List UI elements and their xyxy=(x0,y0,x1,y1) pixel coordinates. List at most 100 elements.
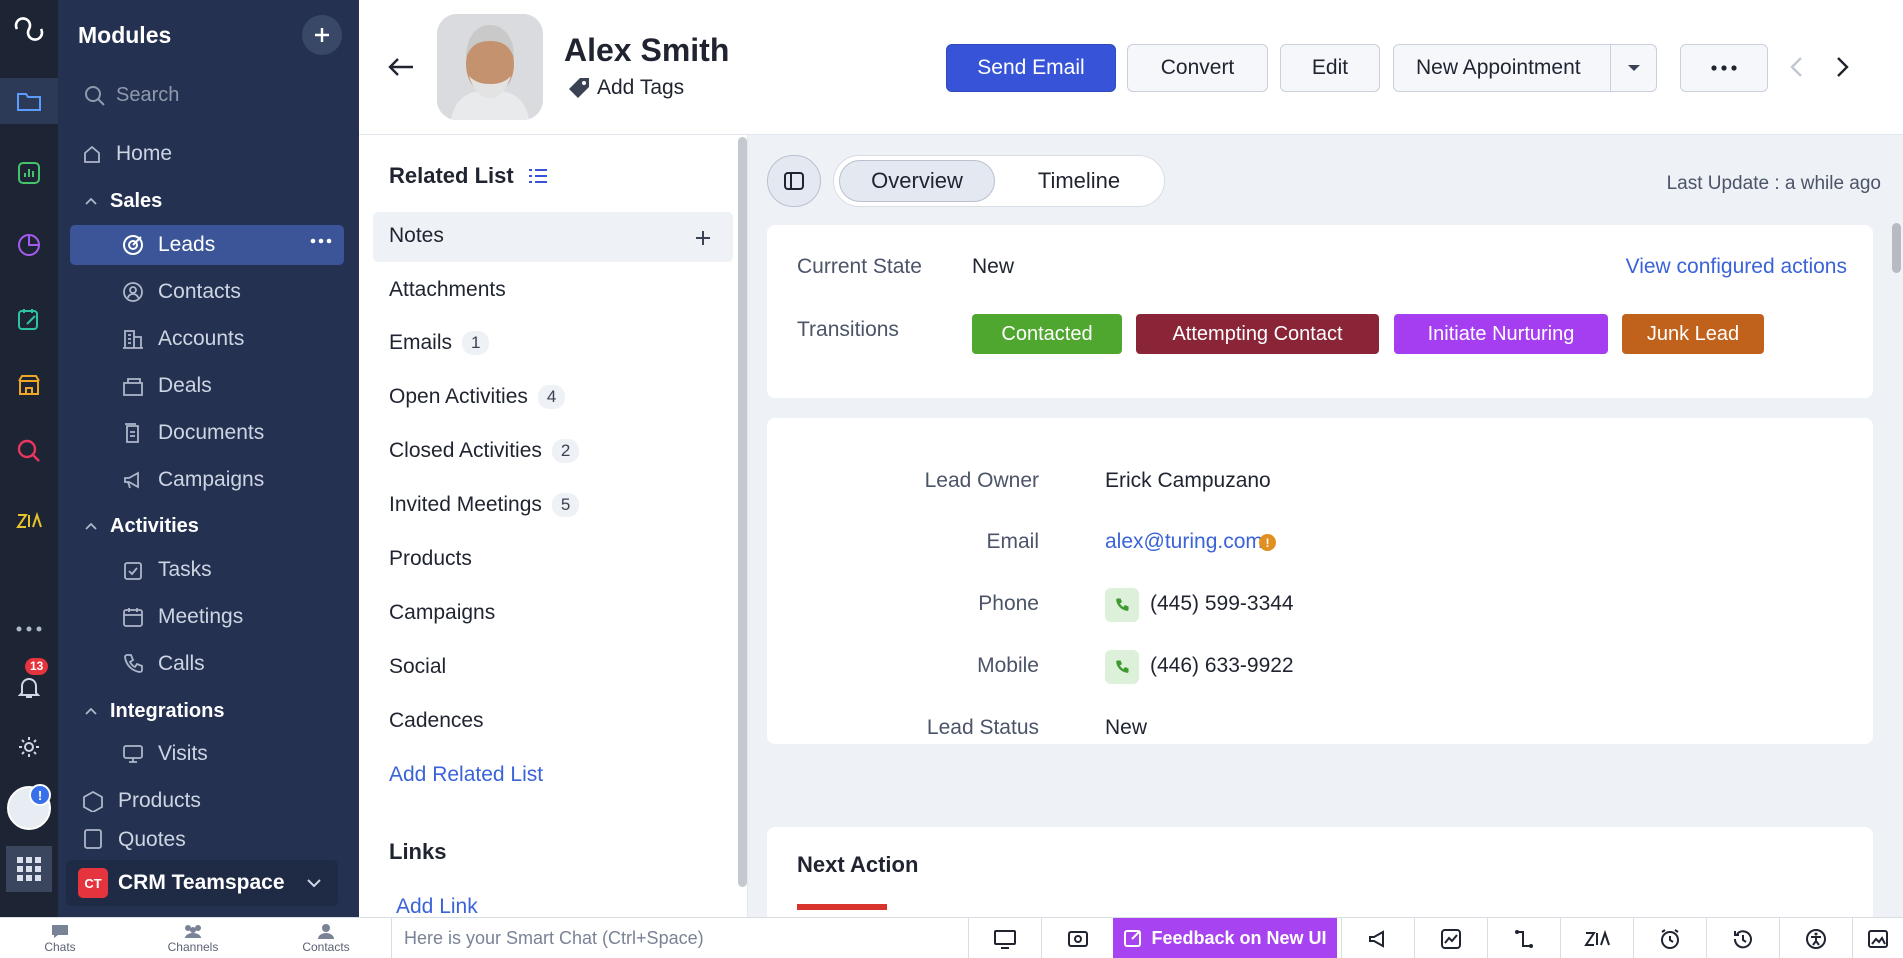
add-link[interactable]: Add Link xyxy=(396,895,478,917)
next-record-icon[interactable] xyxy=(1836,56,1850,78)
modules-icon[interactable] xyxy=(0,78,58,124)
edit-button[interactable]: Edit xyxy=(1280,44,1380,92)
settings-icon[interactable] xyxy=(0,724,58,770)
apps-grid-icon[interactable] xyxy=(6,846,52,892)
nav-item-accounts[interactable]: Accounts xyxy=(122,319,244,359)
feedback-button[interactable]: Feedback on New UI xyxy=(1113,918,1337,958)
channels-label: Channels xyxy=(167,940,219,954)
prev-record-icon[interactable] xyxy=(1789,56,1803,78)
search-icon[interactable] xyxy=(0,428,58,474)
transition-attempting-contact-button[interactable]: Attempting Contact xyxy=(1136,314,1379,354)
convert-button[interactable]: Convert xyxy=(1127,44,1268,92)
new-appointment-label: New Appointment xyxy=(1416,56,1581,79)
marketplace-icon[interactable] xyxy=(0,362,58,408)
nav-section-integrations[interactable]: Integrations xyxy=(84,696,224,726)
main-scrollbar[interactable] xyxy=(1892,223,1901,273)
related-item-social[interactable]: Social xyxy=(389,655,446,679)
announcement-icon[interactable] xyxy=(1341,918,1413,958)
nav-item-documents[interactable]: Documents xyxy=(122,413,264,453)
mobile-call-icon[interactable] xyxy=(1105,650,1139,684)
nav-label: Documents xyxy=(158,421,265,444)
zia-icon[interactable] xyxy=(0,498,58,544)
related-item-attachments[interactable]: Attachments xyxy=(389,278,506,302)
lead-status-value[interactable]: New xyxy=(1105,716,1147,738)
module-search[interactable]: Search xyxy=(84,84,179,107)
nav-section-activities[interactable]: Activities xyxy=(84,511,199,541)
next-action-card: Next Action xyxy=(767,827,1873,917)
transition-contacted-button[interactable]: Contacted xyxy=(972,314,1122,354)
more-actions-button[interactable] xyxy=(1680,44,1768,92)
new-appointment-button[interactable]: New Appointment xyxy=(1393,44,1657,92)
tab-overview[interactable]: Overview xyxy=(839,160,995,202)
add-tags-link[interactable]: Add Tags xyxy=(567,76,684,100)
related-item-campaigns[interactable]: Campaigns xyxy=(389,601,495,625)
chats-tab[interactable]: Chats xyxy=(0,918,120,958)
collapse-panel-button[interactable] xyxy=(767,155,821,207)
related-item-emails[interactable]: Emails 1 xyxy=(389,331,490,355)
nav-item-visits[interactable]: Visits xyxy=(122,734,208,774)
transition-initiate-nurturing-button[interactable]: Initiate Nurturing xyxy=(1394,314,1608,354)
phone-call-icon[interactable] xyxy=(1105,588,1139,622)
related-item-invited-meetings[interactable]: Invited Meetings 5 xyxy=(389,493,580,517)
nav-item-tasks[interactable]: Tasks xyxy=(122,550,212,590)
mobile-value[interactable]: (446) 633-9922 xyxy=(1150,654,1294,678)
nav-section-sales[interactable]: Sales xyxy=(84,186,162,216)
teamspace-switcher[interactable]: CT CRM Teamspace xyxy=(66,860,338,906)
related-item-notes[interactable]: Notes xyxy=(389,224,444,248)
gallery-icon[interactable] xyxy=(1852,918,1903,958)
count-badge: 5 xyxy=(551,493,580,517)
nav-item-calls[interactable]: Calls xyxy=(122,644,205,684)
route-icon[interactable] xyxy=(1487,918,1559,958)
email-warning-icon[interactable]: ! xyxy=(1259,534,1276,551)
back-arrow-icon[interactable] xyxy=(387,56,415,78)
history-icon[interactable] xyxy=(1706,918,1778,958)
record-header: Alex Smith Add Tags Send Email Convert E… xyxy=(359,0,1903,135)
channels-tab[interactable]: Channels xyxy=(133,918,253,958)
nav-item-home[interactable]: Home xyxy=(82,134,172,174)
forms-icon[interactable] xyxy=(0,296,58,342)
activity-graph-icon[interactable] xyxy=(1414,918,1486,958)
nav-item-deals[interactable]: Deals xyxy=(122,366,212,406)
smart-chat-input[interactable]: Here is your Smart Chat (Ctrl+Space) xyxy=(391,918,967,958)
related-item-cadences[interactable]: Cadences xyxy=(389,709,484,733)
nav-item-leads[interactable]: Leads xyxy=(122,225,215,265)
contacts-tab[interactable]: Contacts xyxy=(266,918,386,958)
phone-value[interactable]: (445) 599-3344 xyxy=(1150,592,1294,616)
view-configured-actions-link[interactable]: View configured actions xyxy=(1607,255,1847,279)
lead-owner-value[interactable]: Erick Campuzano xyxy=(1105,469,1271,493)
nav-item-contacts[interactable]: Contacts xyxy=(122,272,241,312)
alarm-icon[interactable] xyxy=(1633,918,1705,958)
screenshot-icon[interactable] xyxy=(1041,918,1113,958)
nav-label: Accounts xyxy=(158,327,245,350)
send-email-button[interactable]: Send Email xyxy=(946,44,1116,92)
related-item-open-activities[interactable]: Open Activities 4 xyxy=(389,385,566,409)
more-icon[interactable] xyxy=(0,606,58,652)
zia-icon[interactable] xyxy=(1560,918,1632,958)
teamspace-badge: CT xyxy=(78,868,108,898)
add-note-icon[interactable] xyxy=(694,229,712,247)
nav-item-products[interactable]: Products xyxy=(82,781,201,821)
list-icon xyxy=(528,169,547,183)
caret-down-icon[interactable] xyxy=(1610,45,1657,91)
related-list-scrollbar[interactable] xyxy=(738,137,747,887)
profile-photo[interactable] xyxy=(437,14,543,120)
add-button[interactable] xyxy=(302,15,342,55)
related-item-products[interactable]: Products xyxy=(389,547,472,571)
add-related-list-link[interactable]: Add Related List xyxy=(389,763,543,787)
nav-item-meetings[interactable]: Meetings xyxy=(122,597,243,637)
nav-item-quotes[interactable]: Quotes xyxy=(82,828,186,850)
nav-item-campaigns[interactable]: Campaigns xyxy=(122,460,264,500)
accessibility-icon[interactable] xyxy=(1779,918,1851,958)
analytics-icon[interactable] xyxy=(0,150,58,196)
tab-timeline[interactable]: Timeline xyxy=(1004,160,1154,202)
related-item-label: Attachments xyxy=(389,278,506,301)
screen-share-icon[interactable] xyxy=(968,918,1040,958)
transition-junk-lead-button[interactable]: Junk Lead xyxy=(1622,314,1764,354)
zoho-logo-icon[interactable] xyxy=(0,6,58,52)
related-list-header: Related List xyxy=(389,163,548,189)
more-options-icon[interactable] xyxy=(310,238,332,244)
email-link[interactable]: alex@turing.com xyxy=(1105,530,1263,554)
related-list-panel: Related List Notes Attachments Emails 1 O… xyxy=(359,135,748,917)
related-item-closed-activities[interactable]: Closed Activities 2 xyxy=(389,439,580,463)
reports-icon[interactable] xyxy=(0,222,58,268)
